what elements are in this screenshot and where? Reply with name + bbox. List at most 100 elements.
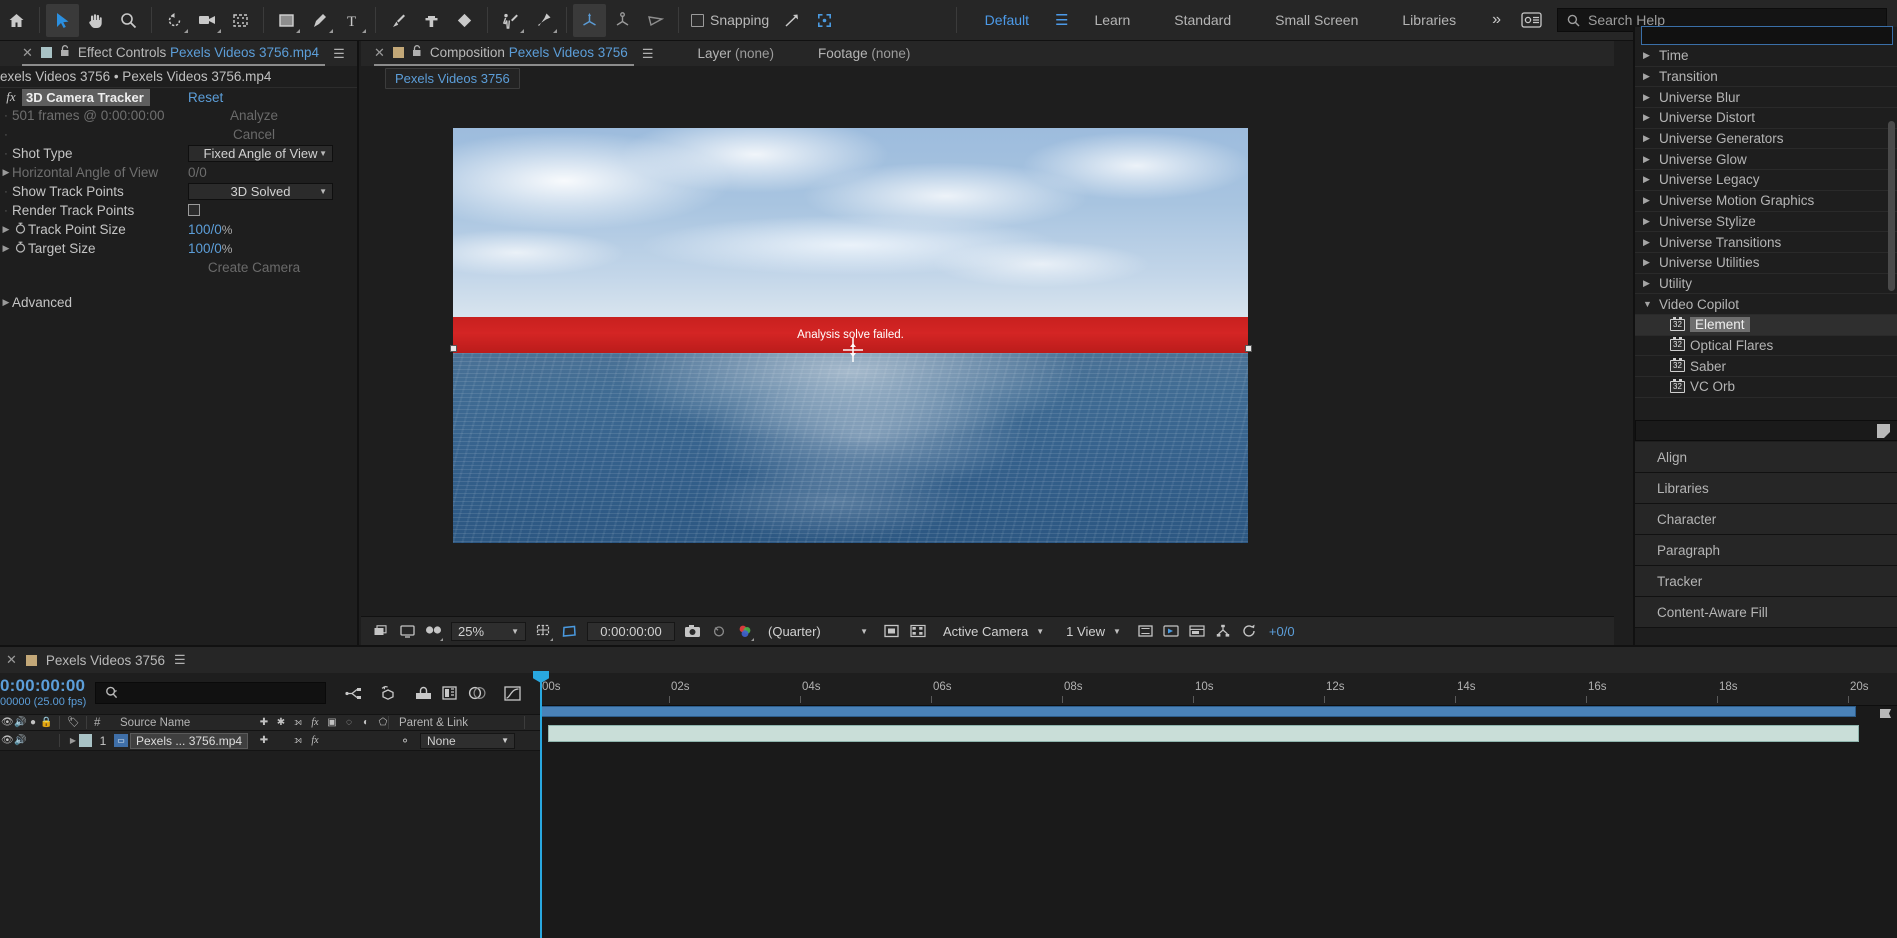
timeline-search-input[interactable] bbox=[95, 682, 326, 704]
effects-category-universe-motion-graphics[interactable]: ▶ Universe Motion Graphics bbox=[1635, 191, 1897, 212]
toggle-pixel-aspect-ratio-correction-icon[interactable] bbox=[1134, 620, 1157, 643]
parent-link-icon[interactable]: ⚬ bbox=[400, 734, 410, 748]
lock-icon[interactable] bbox=[60, 45, 70, 60]
column-index[interactable]: # bbox=[94, 717, 112, 729]
quality-icon[interactable]: ⟕ bbox=[292, 717, 304, 728]
workspace-libraries[interactable]: Libraries bbox=[1380, 0, 1478, 41]
row-audio-toggle-icon[interactable]: 🔊 bbox=[14, 735, 26, 746]
views-dropdown[interactable]: 1 View bbox=[1061, 624, 1110, 639]
shape-tool-icon[interactable] bbox=[270, 4, 303, 37]
row-effects-icon[interactable]: fx bbox=[309, 735, 321, 746]
effects-category-transition[interactable]: ▶ Transition bbox=[1635, 67, 1897, 88]
analyze-button[interactable]: Analyze bbox=[188, 108, 320, 123]
selection-handle-right[interactable] bbox=[1245, 345, 1252, 352]
puppet-pin-tool-icon[interactable] bbox=[527, 4, 560, 37]
chevron-right-icon-ugl[interactable]: ▶ bbox=[1643, 154, 1654, 165]
timeline-track-area[interactable] bbox=[540, 705, 1897, 938]
effects-category-video-copilot[interactable]: ▼ Video Copilot bbox=[1635, 294, 1897, 315]
row-expand-chevron-icon[interactable]: ▶ bbox=[67, 736, 79, 745]
snapping-toggle[interactable]: Snapping bbox=[685, 12, 775, 28]
snap-to-feature-icon[interactable] bbox=[775, 4, 808, 37]
rotation-tool-icon[interactable] bbox=[158, 4, 191, 37]
eraser-tool-icon[interactable] bbox=[448, 4, 481, 37]
chevron-right-icon-transition[interactable]: ▶ bbox=[1643, 71, 1654, 82]
track-point-size-value[interactable]: 100/0% bbox=[188, 222, 232, 237]
main-view-icon[interactable] bbox=[396, 620, 419, 643]
anchor-switch-icon[interactable]: ✚ bbox=[258, 717, 270, 728]
chevron-right-icon[interactable]: ▶ bbox=[0, 167, 12, 178]
frame-blending-icon[interactable] bbox=[437, 682, 461, 704]
close-icon-timeline[interactable]: ✕ bbox=[6, 652, 17, 668]
view-axis-mode-icon[interactable] bbox=[639, 4, 672, 37]
workspace-standard[interactable]: Standard bbox=[1152, 0, 1253, 41]
column-source-name[interactable]: Source Name bbox=[120, 717, 190, 729]
stopwatch-icon-2[interactable] bbox=[12, 241, 28, 256]
effects-item-optical-flares[interactable]: 32 Optical Flares bbox=[1635, 336, 1897, 357]
toggle-transparency-grid-icon[interactable] bbox=[880, 620, 903, 643]
effects-search-input[interactable] bbox=[1641, 26, 1893, 45]
panel-content-aware-fill[interactable]: Content-Aware Fill bbox=[1635, 597, 1897, 628]
workspace-overflow-button[interactable]: » bbox=[1478, 11, 1515, 29]
draft-3d-icon[interactable] bbox=[376, 682, 400, 704]
footage-tab-label[interactable]: Footage (none) bbox=[818, 46, 910, 61]
3d-glasses-icon[interactable] bbox=[422, 620, 445, 643]
panel-tracker[interactable]: Tracker bbox=[1635, 566, 1897, 597]
audio-toggle-icon[interactable]: 🔊 bbox=[14, 717, 26, 728]
effects-category-universe-transitions[interactable]: ▶ Universe Transitions bbox=[1635, 232, 1897, 253]
chevron-right-icon-ug[interactable]: ▶ bbox=[1643, 133, 1654, 144]
take-snapshot-icon[interactable] bbox=[681, 620, 704, 643]
resolution-dropdown[interactable]: (Quarter) ▼ bbox=[762, 622, 874, 641]
brush-tool-icon[interactable] bbox=[382, 4, 415, 37]
current-time-display[interactable]: 0:00:00:00 bbox=[0, 676, 86, 696]
row-anchor-switch-icon[interactable]: ✚ bbox=[258, 735, 270, 746]
parent-link-dropdown[interactable]: None ▼ bbox=[420, 732, 515, 749]
workspace-menu-icon[interactable]: ☰ bbox=[1051, 11, 1072, 29]
roto-brush-tool-icon[interactable] bbox=[494, 4, 527, 37]
always-preview-this-view-icon[interactable] bbox=[370, 620, 393, 643]
effects-category-universe-stylize[interactable]: ▶ Universe Stylize bbox=[1635, 212, 1897, 233]
local-axis-mode-icon[interactable] bbox=[573, 3, 606, 37]
timeline-icon[interactable] bbox=[1186, 620, 1209, 643]
column-parent-link[interactable]: Parent & Link bbox=[399, 717, 468, 729]
chevron-right-icon-ub[interactable]: ▶ bbox=[1643, 92, 1654, 103]
chevron-right-icon-4[interactable]: ▶ bbox=[0, 297, 12, 308]
magnification-dropdown[interactable]: 25% ▼ bbox=[451, 621, 526, 641]
row-source-name[interactable]: Pexels ... 3756.mp4 bbox=[130, 732, 249, 749]
frame-blending-icon-col[interactable]: ▣ bbox=[326, 717, 338, 728]
chevron-right-icon-2[interactable]: ▶ bbox=[0, 224, 12, 235]
clone-stamp-tool-icon[interactable] bbox=[415, 4, 448, 37]
effects-panel-scrollbar[interactable] bbox=[1887, 61, 1896, 351]
close-icon[interactable]: ✕ bbox=[22, 45, 33, 61]
video-toggle-icon[interactable]: 👁 bbox=[1, 717, 14, 728]
tab-effect-controls[interactable]: ✕ Effect Controls Pexels Videos 3756.mp4 bbox=[22, 41, 326, 66]
effects-icon[interactable]: fx bbox=[309, 717, 321, 728]
effects-tree-list[interactable]: ▶ Time ▶ Transition ▶ Universe Blur ▶ Un… bbox=[1635, 46, 1897, 420]
effects-category-universe-utilities[interactable]: ▶ Universe Utilities bbox=[1635, 253, 1897, 274]
comp-marker-icon[interactable] bbox=[1879, 707, 1893, 722]
chevron-down-icon-camera[interactable]: ▼ bbox=[1036, 627, 1044, 636]
effects-category-time[interactable]: ▶ Time bbox=[1635, 46, 1897, 67]
effects-item-element[interactable]: 32 Element bbox=[1635, 314, 1897, 336]
panel-paragraph[interactable]: Paragraph bbox=[1635, 535, 1897, 566]
chevron-right-icon-us[interactable]: ▶ bbox=[1643, 216, 1654, 227]
layer-tab-label[interactable]: Layer (none) bbox=[697, 46, 774, 61]
zoom-tool-icon[interactable] bbox=[112, 4, 145, 37]
region-of-interest-icon[interactable] bbox=[808, 4, 841, 37]
chevron-right-icon-ut[interactable]: ▶ bbox=[1643, 237, 1654, 248]
chevron-right-icon-3[interactable]: ▶ bbox=[0, 243, 12, 254]
effects-item-vc-orb[interactable]: 32 VC Orb bbox=[1635, 377, 1897, 398]
graph-editor-icon[interactable] bbox=[500, 682, 524, 704]
chevron-right-icon-ud[interactable]: ▶ bbox=[1643, 112, 1654, 123]
camera-tool-icon[interactable] bbox=[191, 4, 224, 37]
reset-exposure-icon[interactable] bbox=[1238, 620, 1261, 643]
world-axis-mode-icon[interactable] bbox=[606, 4, 639, 37]
layer-duration-bar[interactable] bbox=[548, 725, 1859, 742]
exposure-value[interactable]: +0/0 bbox=[1264, 624, 1295, 639]
selection-tool-icon[interactable] bbox=[46, 3, 79, 37]
effects-category-universe-blur[interactable]: ▶ Universe Blur bbox=[1635, 87, 1897, 109]
composition-viewer-canvas[interactable]: Analysis solve failed. bbox=[361, 91, 1614, 596]
effects-category-universe-legacy[interactable]: ▶ Universe Legacy bbox=[1635, 170, 1897, 191]
tab-composition[interactable]: ✕ Composition Pexels Videos 3756 bbox=[374, 41, 634, 66]
camera-dropdown[interactable]: Active Camera bbox=[938, 624, 1033, 639]
selection-handle-left[interactable] bbox=[450, 345, 457, 352]
